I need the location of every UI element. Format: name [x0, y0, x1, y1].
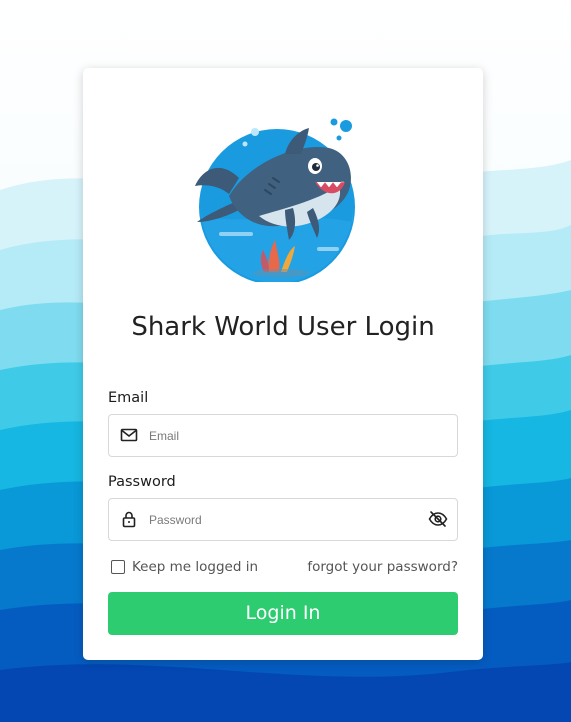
- email-label: Email: [108, 390, 149, 406]
- password-label: Password: [108, 474, 176, 490]
- login-button[interactable]: Login In: [108, 592, 458, 635]
- envelope-icon: [120, 428, 138, 442]
- password-input[interactable]: [149, 499, 419, 540]
- forgot-password-link[interactable]: forgot your password?: [307, 559, 458, 575]
- shark-logo-icon: [195, 118, 355, 282]
- email-input[interactable]: [149, 415, 419, 456]
- remember-me[interactable]: Keep me logged in: [111, 559, 258, 575]
- eye-slash-icon[interactable]: [428, 510, 448, 528]
- remember-label: Keep me logged in: [132, 559, 259, 575]
- page-title: Shark World User Login: [131, 312, 435, 342]
- remember-checkbox[interactable]: [111, 560, 125, 574]
- login-card: Shark World User Login Email Password Ke…: [83, 68, 483, 660]
- lock-icon: [122, 511, 136, 528]
- password-field-container[interactable]: [108, 498, 458, 541]
- email-field-container[interactable]: [108, 414, 458, 457]
